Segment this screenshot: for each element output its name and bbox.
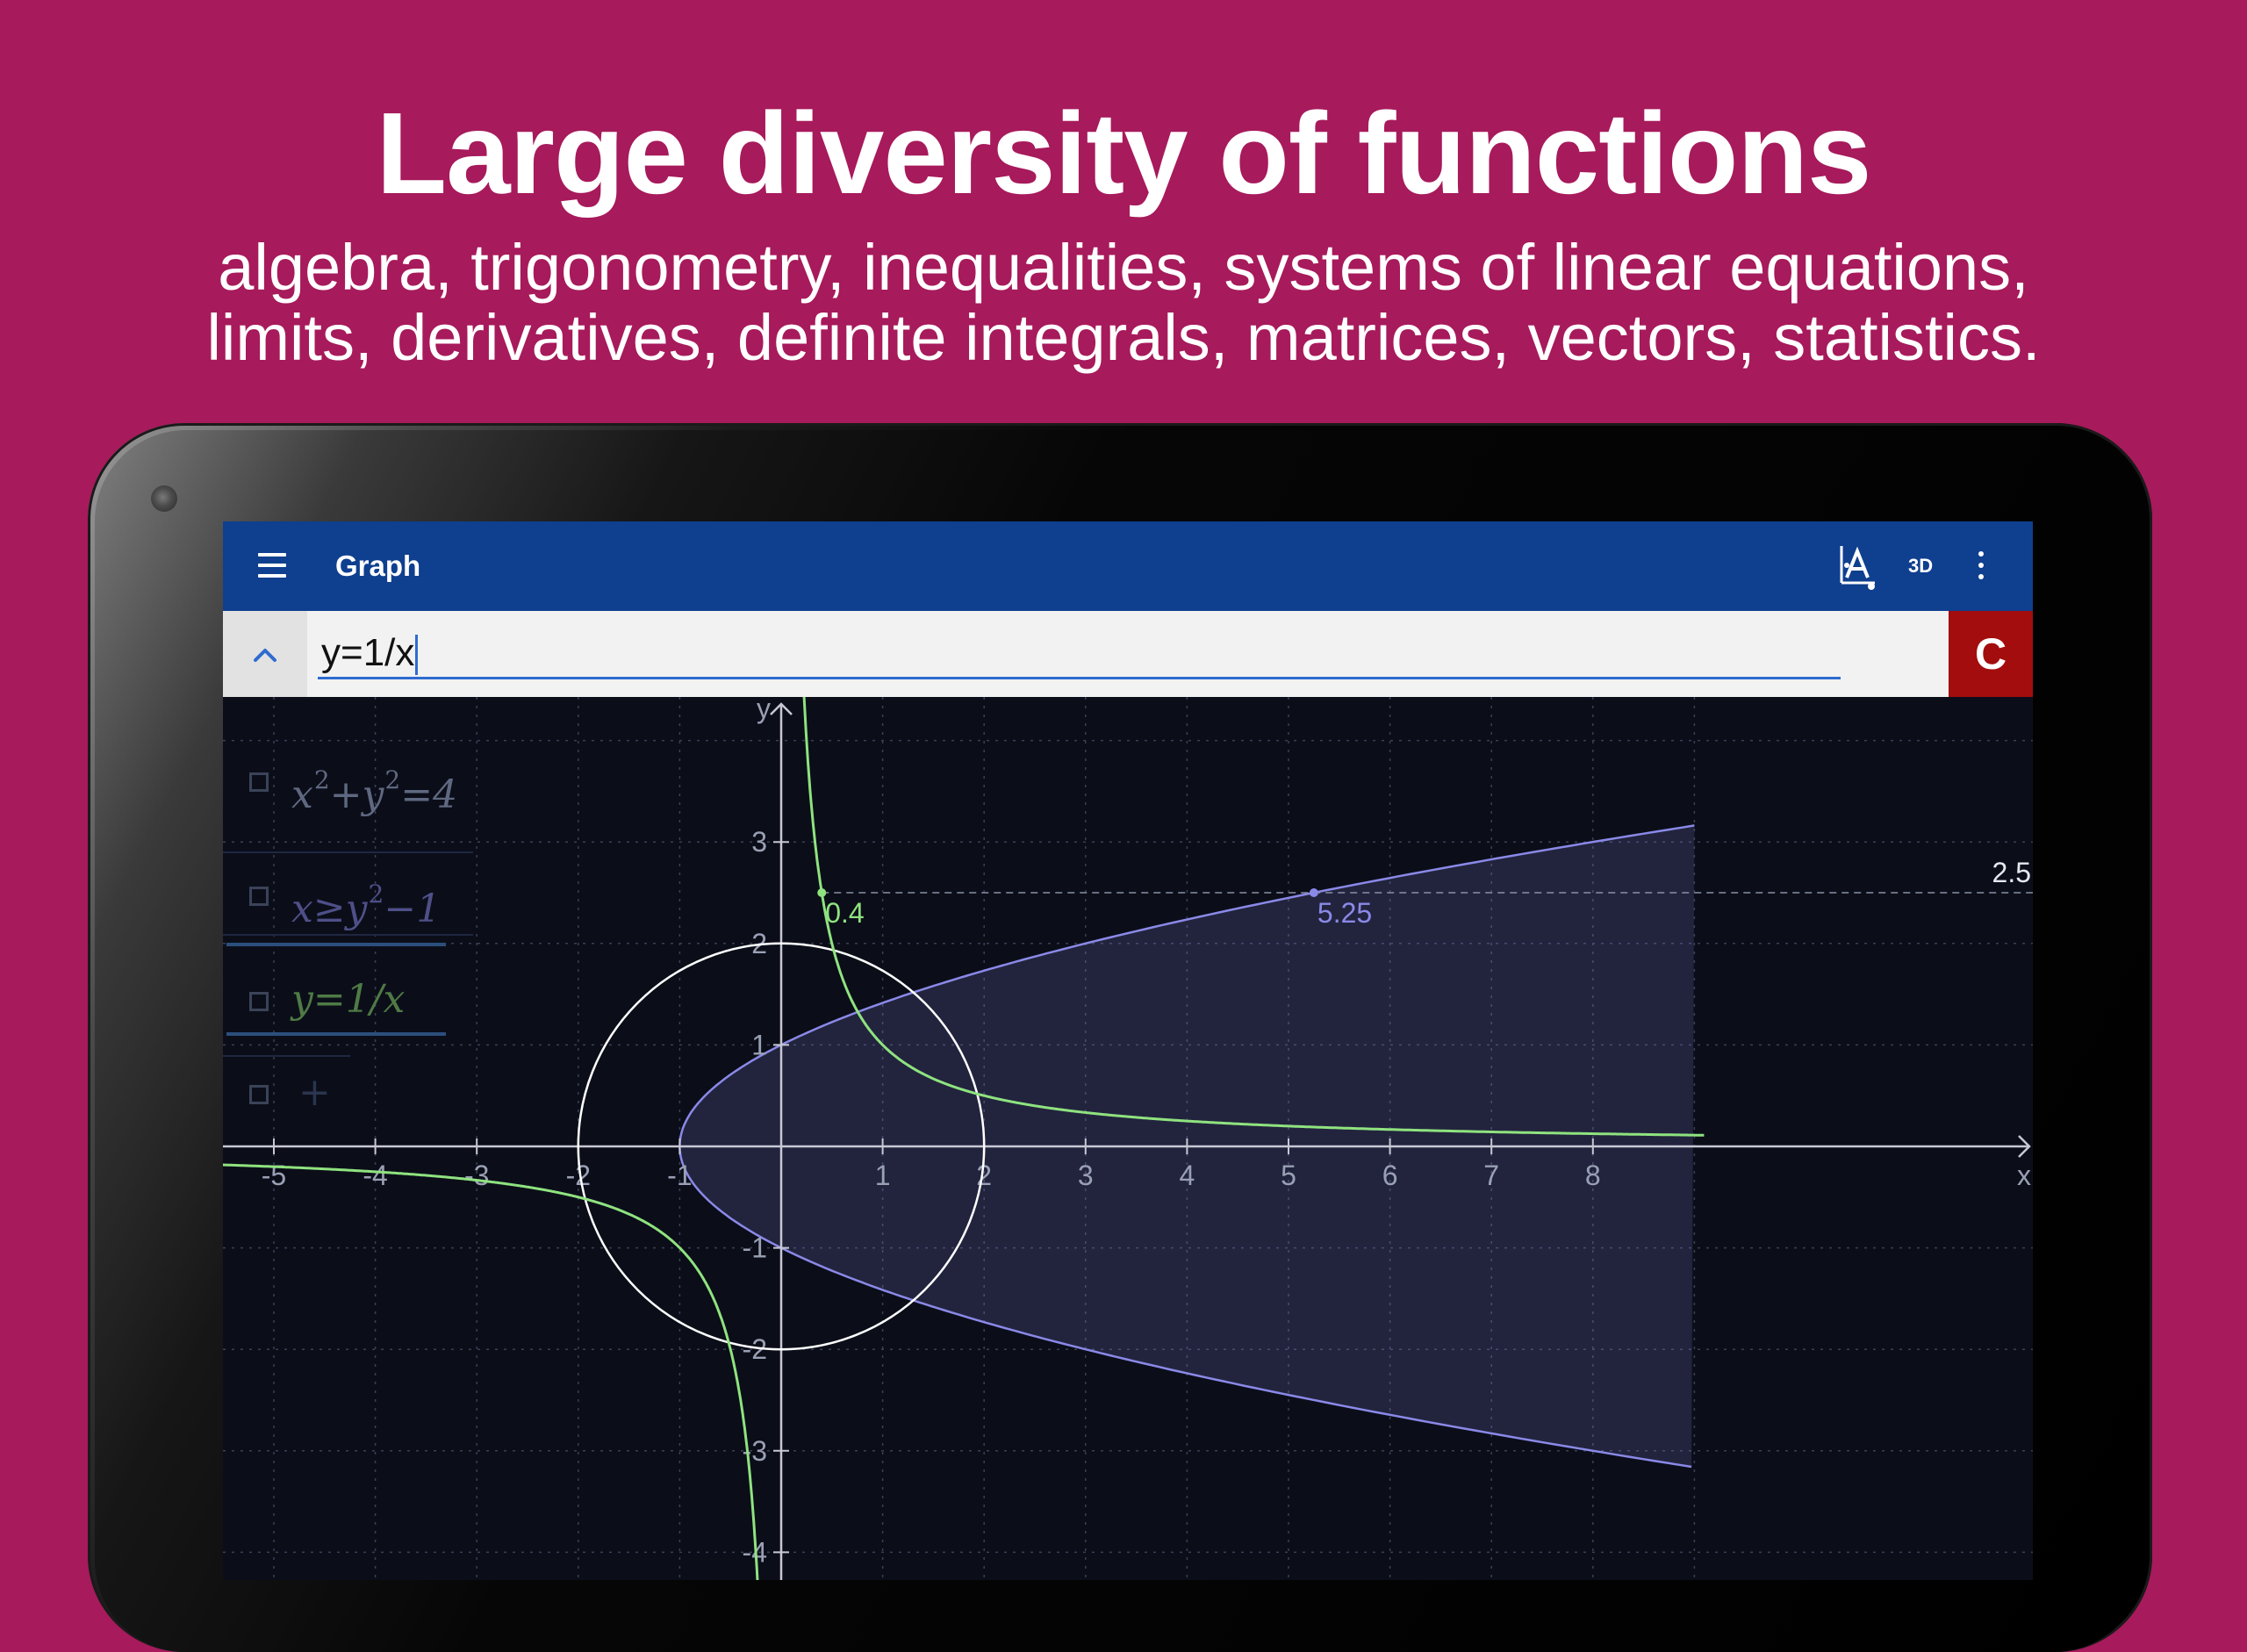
expression-bar: y=1/x C <box>223 611 2033 697</box>
chevron-up-icon <box>254 649 276 662</box>
equation-label: x≥y2−1 <box>291 880 442 931</box>
list-divider <box>223 851 473 853</box>
point-label-parabola: 5.25 <box>1317 897 1372 929</box>
equation-label: y=1/x <box>291 977 406 1022</box>
equation-checkbox[interactable] <box>249 1085 269 1104</box>
graph-canvas[interactable]: -9-8-7-6-5-4-3-2-112345678-4-3-2-1123xy0… <box>223 697 2033 1580</box>
equation-item-hyperbola[interactable]: y=1/x <box>249 978 495 1031</box>
x-tick-label: 7 <box>1483 1160 1499 1191</box>
promo-subline-1: algebra, trigonometry, inequalities, sys… <box>218 231 2029 304</box>
y-tick-label: 3 <box>751 826 767 858</box>
y-tick-label: -1 <box>743 1232 767 1264</box>
x-axis-label: x <box>2017 1160 2031 1191</box>
graph-point-tool-icon[interactable] <box>1836 542 1880 592</box>
promo-headline: Large diversity of functions <box>376 89 1872 218</box>
equation-checkbox[interactable] <box>249 772 269 792</box>
point-marker-hyperbola <box>817 888 827 897</box>
equation-checkbox[interactable] <box>249 992 269 1011</box>
app-title: Graph <box>335 549 421 582</box>
x-tick-label: 6 <box>1382 1160 1398 1191</box>
x-tick-label: -4 <box>363 1160 387 1191</box>
app-bar: Graph 3D <box>223 521 2033 611</box>
expression-input[interactable]: y=1/x <box>318 627 1841 679</box>
promo-subline-2: limits, derivatives, definite integrals,… <box>206 301 2041 374</box>
x-tick-label: 3 <box>1078 1160 1094 1191</box>
view-3d-button[interactable]: 3D <box>1908 551 1933 581</box>
x-tick-label: -3 <box>464 1160 489 1191</box>
x-tick-label: -1 <box>667 1160 692 1191</box>
equation-label: x2+y2=4 <box>291 765 458 817</box>
x-tick-label: 8 <box>1585 1160 1601 1191</box>
tablet-camera <box>151 485 177 512</box>
point-marker-parabola <box>1309 888 1318 897</box>
collapse-button[interactable] <box>223 611 307 697</box>
list-divider <box>223 1055 350 1057</box>
y-axis-label: y <box>757 697 771 724</box>
expression-text: y=1/x <box>321 631 415 674</box>
equation-item-circle[interactable]: x2+y2=4 <box>249 758 495 817</box>
active-item-underline <box>226 1032 446 1036</box>
list-divider <box>223 934 473 936</box>
x-tick-label: 4 <box>1180 1160 1195 1191</box>
add-equation-label: + <box>298 1070 331 1115</box>
vertical-dots-icon[interactable] <box>1977 551 1985 583</box>
app-screen: Graph 3D y=1/x C -9-8-7-6-5-4-3-2-112345… <box>223 521 2033 1580</box>
y-tick-label: 1 <box>751 1029 767 1060</box>
hamburger-menu-icon[interactable] <box>258 553 286 579</box>
x-tick-label: 1 <box>875 1160 891 1191</box>
x-tick-label: 5 <box>1281 1160 1296 1191</box>
equation-item-inequality[interactable]: x≥y2−1 <box>249 873 495 931</box>
guide-value-label: 2.5 <box>1992 857 2031 888</box>
clear-button[interactable]: C <box>1949 611 2033 697</box>
x-tick-label: -5 <box>262 1160 286 1191</box>
hyperbola-branch-left <box>223 1163 759 1580</box>
add-equation-item[interactable]: + <box>249 1070 355 1118</box>
active-item-indicator <box>226 943 446 946</box>
text-caret <box>415 635 419 676</box>
point-label-hyperbola: 0.4 <box>825 897 864 929</box>
equation-checkbox[interactable] <box>249 887 269 906</box>
